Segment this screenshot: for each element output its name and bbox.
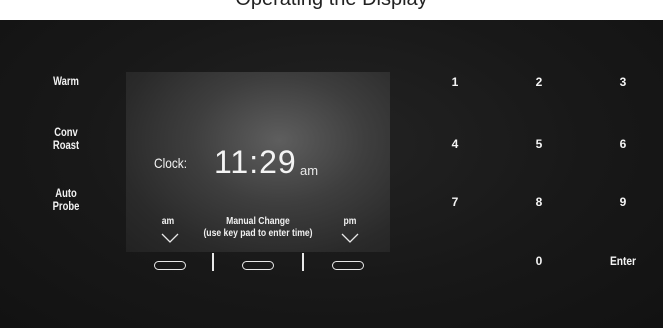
keypad-enter[interactable]: Enter bbox=[606, 254, 640, 268]
conv-roast-label-line2: Roast bbox=[52, 140, 80, 152]
display-screen: Clock: 11:29 am am Manual Change (use ke… bbox=[126, 72, 390, 252]
manual-change-soft-key[interactable] bbox=[242, 261, 274, 270]
pm-soft-label: pm bbox=[343, 215, 357, 227]
am-chevron-down-icon[interactable] bbox=[161, 232, 179, 244]
keypad-5[interactable]: 5 bbox=[519, 137, 559, 151]
manual-change-line1: Manual Change bbox=[226, 215, 290, 227]
keypad-7[interactable]: 7 bbox=[435, 195, 475, 209]
clock-label: Clock: bbox=[154, 155, 188, 171]
manual-change-line2: (use key pad to enter time) bbox=[203, 227, 313, 239]
keypad-4[interactable]: 4 bbox=[435, 137, 475, 151]
clock-time: 11:29 bbox=[214, 144, 297, 180]
warm-button[interactable]: Warm bbox=[41, 76, 90, 89]
manual-change-label: Manual Change (use key pad to enter time… bbox=[201, 215, 316, 239]
keypad-1[interactable]: 1 bbox=[435, 75, 475, 89]
am-soft-key[interactable] bbox=[154, 261, 186, 270]
keypad-2[interactable]: 2 bbox=[519, 75, 559, 89]
pm-soft-key[interactable] bbox=[332, 261, 364, 270]
keypad-3[interactable]: 3 bbox=[603, 75, 643, 89]
auto-probe-button[interactable]: Auto Probe bbox=[41, 188, 90, 214]
clock-time-suffix: am bbox=[300, 163, 319, 178]
pm-chevron-down-icon[interactable] bbox=[341, 232, 359, 244]
auto-probe-label-line1: Auto bbox=[55, 188, 77, 200]
keypad-9[interactable]: 9 bbox=[603, 195, 643, 209]
auto-probe-label-line2: Probe bbox=[52, 201, 80, 213]
soft-key-divider-left bbox=[212, 253, 214, 271]
page-header: Operating the Display bbox=[0, 0, 663, 20]
keypad-0[interactable]: 0 bbox=[519, 254, 559, 268]
am-soft-label: am bbox=[161, 215, 175, 227]
keypad-6[interactable]: 6 bbox=[603, 137, 643, 151]
header-caption: Operating the Display bbox=[0, 0, 663, 11]
conv-roast-label-line1: Conv bbox=[54, 127, 78, 139]
soft-key-divider-right bbox=[302, 253, 304, 271]
oven-control-panel: Warm Conv Roast Auto Probe Clock: 11:29 … bbox=[0, 20, 663, 328]
warm-button-label: Warm bbox=[53, 76, 79, 88]
keypad-8[interactable]: 8 bbox=[519, 195, 559, 209]
conv-roast-button[interactable]: Conv Roast bbox=[41, 127, 90, 153]
